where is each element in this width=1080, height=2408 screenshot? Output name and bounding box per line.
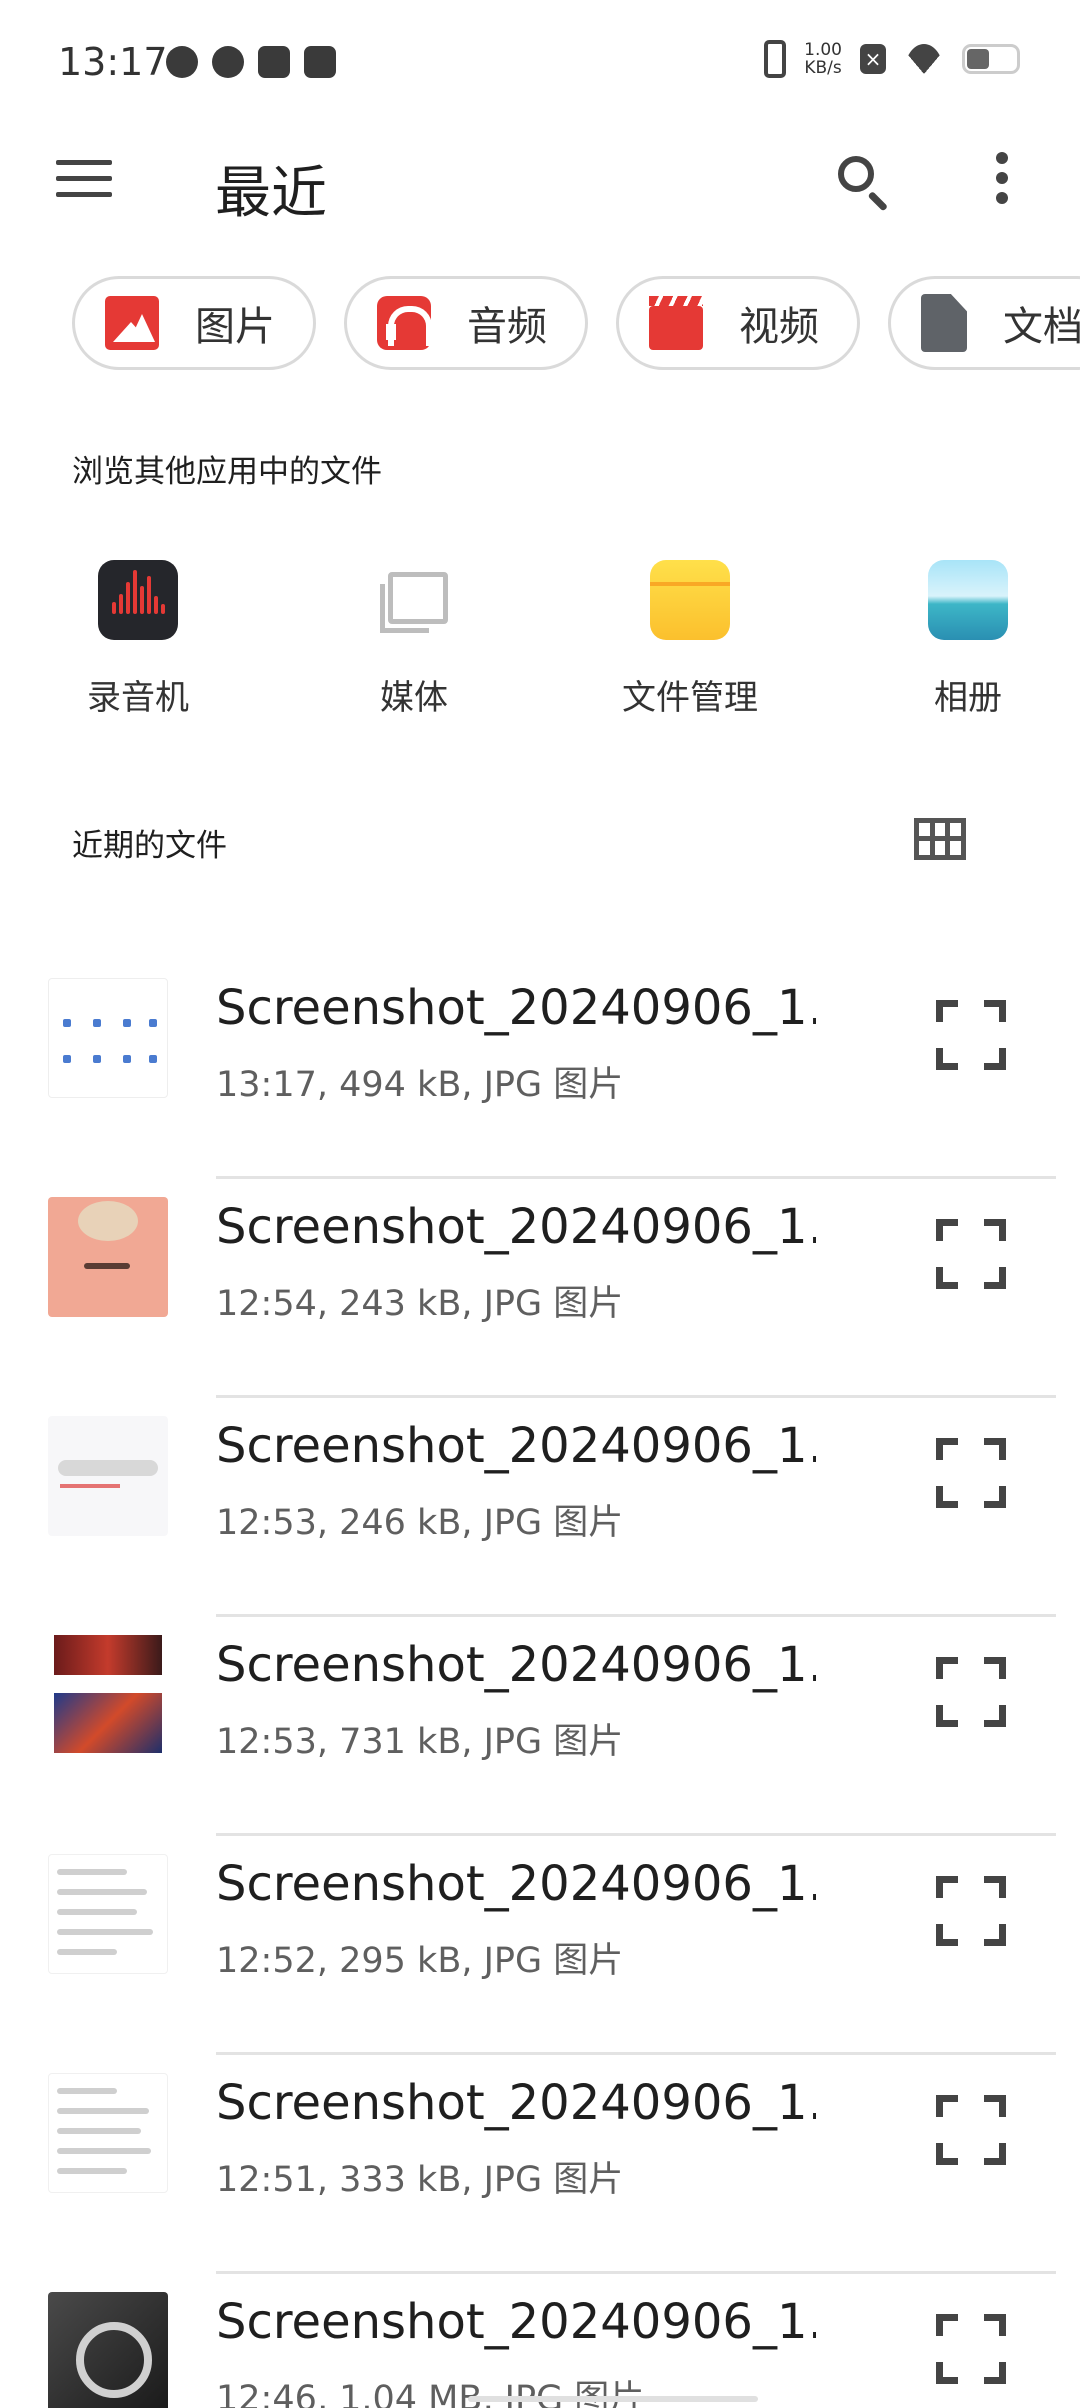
chip-video[interactable]: 视频 <box>616 276 860 370</box>
status-bar: 13:17 1.00 KB/s × <box>0 0 1080 130</box>
file-thumbnail <box>48 2292 168 2408</box>
headphones-icon <box>377 296 442 350</box>
notification-icons <box>166 46 336 78</box>
file-type-chips: 图片 音频 视频 文档 <box>72 276 1080 370</box>
app-media[interactable]: 媒体 <box>324 560 504 719</box>
wifi-icon <box>904 44 944 74</box>
page-title: 最近 <box>215 161 327 226</box>
browse-apps-heading: 浏览其他应用中的文件 <box>72 454 382 490</box>
media-app-icon <box>374 560 454 640</box>
more-options-icon[interactable] <box>992 152 1012 208</box>
chip-audio[interactable]: 音频 <box>344 276 588 370</box>
app-label: 文件管理 <box>622 678 758 718</box>
expand-preview-icon[interactable] <box>936 1876 1006 1946</box>
expand-preview-icon[interactable] <box>936 2314 1006 2384</box>
app-label: 媒体 <box>380 678 448 718</box>
file-name: Screenshot_20240906_1… <box>216 2294 816 2350</box>
expand-preview-icon[interactable] <box>936 1000 1006 1070</box>
file-row[interactable]: Screenshot_20240906_1… 12:54, 243 kB, JP… <box>0 1179 1080 1398</box>
status-time: 13:17 <box>58 40 168 84</box>
app-label: 录音机 <box>87 678 189 718</box>
leaf-app-notification-icon <box>166 46 198 78</box>
app-album[interactable]: 相册 <box>878 560 1058 719</box>
chip-images[interactable]: 图片 <box>72 276 316 370</box>
file-details: 12:52, 295 kB, JPG 图片 <box>216 1941 624 1981</box>
file-details: 12:53, 731 kB, JPG 图片 <box>216 1722 624 1762</box>
file-manager-app-icon <box>650 560 730 640</box>
network-speed-unit: KB/s <box>804 58 842 78</box>
file-thumbnail <box>48 1416 168 1536</box>
file-details: 12:54, 243 kB, JPG 图片 <box>216 1284 624 1324</box>
file-name: Screenshot_20240906_1… <box>216 2075 816 2131</box>
expand-preview-icon[interactable] <box>936 1657 1006 1727</box>
document-icon <box>921 294 967 352</box>
image-icon <box>105 296 159 350</box>
battery-icon <box>962 44 1020 74</box>
file-row[interactable]: Screenshot_20240906_1… 12:53, 731 kB, JP… <box>0 1617 1080 1836</box>
chip-label: 视频 <box>739 304 819 350</box>
file-details: 12:51, 333 kB, JPG 图片 <box>216 2160 624 2200</box>
recent-files-heading: 近期的文件 <box>72 828 227 864</box>
chip-label: 音频 <box>467 304 547 350</box>
file-thumbnail <box>48 2073 168 2193</box>
recent-files-screen: 13:17 1.00 KB/s × 最近 图片 音频 视频 文档 浏览其他应用中… <box>0 0 1080 2408</box>
file-details: 12:53, 246 kB, JPG 图片 <box>216 1503 624 1543</box>
message-notification-icon <box>304 46 336 78</box>
other-apps-row: 录音机 媒体 文件管理 相册 <box>0 560 1080 740</box>
file-thumbnail <box>48 978 168 1098</box>
file-name: Screenshot_20240906_1… <box>216 1199 816 1255</box>
file-name: Screenshot_20240906_1… <box>216 1637 816 1693</box>
file-row[interactable]: Screenshot_20240906_1… 12:51, 333 kB, JP… <box>0 2055 1080 2274</box>
file-row[interactable]: Screenshot_20240906_1… 12:53, 246 kB, JP… <box>0 1398 1080 1617</box>
cat-app-notification-icon <box>212 46 244 78</box>
recorder-app-icon <box>98 560 178 640</box>
network-speed-value: 1.00 <box>804 40 842 60</box>
file-row[interactable]: Screenshot_20240906_1… 12:46, 1.04 MB, J… <box>0 2274 1080 2408</box>
expand-preview-icon[interactable] <box>936 1219 1006 1289</box>
chip-label: 文档 <box>1003 304 1080 350</box>
app-recorder[interactable]: 录音机 <box>48 560 228 719</box>
recent-files-list: Screenshot_20240906_1… 13:17, 494 kB, JP… <box>0 960 1080 2408</box>
expand-preview-icon[interactable] <box>936 1438 1006 1508</box>
gesture-bar <box>468 2396 758 2402</box>
system-status-icons: 1.00 KB/s × <box>764 40 1020 78</box>
app-label: 相册 <box>934 678 1002 718</box>
top-app-bar: 最近 <box>0 130 1080 230</box>
chip-label: 图片 <box>195 304 275 350</box>
no-sim-icon: × <box>860 44 886 74</box>
file-details: 12:46, 1.04 MB, JPG 图片 <box>216 2379 645 2408</box>
album-app-icon <box>928 560 1008 640</box>
file-thumbnail <box>48 1854 168 1974</box>
chip-documents[interactable]: 文档 <box>888 276 1080 370</box>
expand-preview-icon[interactable] <box>936 2095 1006 2165</box>
vibrate-icon <box>764 40 787 78</box>
archive-notification-icon <box>258 46 290 78</box>
app-file-manager[interactable]: 文件管理 <box>600 560 780 719</box>
network-speed: 1.00 KB/s <box>804 41 842 77</box>
file-name: Screenshot_20240906_1… <box>216 1418 816 1474</box>
file-name: Screenshot_20240906_1… <box>216 1856 816 1912</box>
file-row[interactable]: Screenshot_20240906_1… 12:52, 295 kB, JP… <box>0 1836 1080 2055</box>
file-row[interactable]: Screenshot_20240906_1… 13:17, 494 kB, JP… <box>0 960 1080 1179</box>
file-details: 13:17, 494 kB, JPG 图片 <box>216 1065 624 1105</box>
hamburger-menu-icon[interactable] <box>56 160 112 200</box>
file-name: Screenshot_20240906_1… <box>216 980 816 1036</box>
grid-view-icon[interactable] <box>914 818 966 860</box>
clapperboard-icon <box>649 296 703 350</box>
file-thumbnail <box>48 1635 168 1755</box>
file-thumbnail <box>48 1197 168 1317</box>
search-icon[interactable] <box>834 152 890 212</box>
